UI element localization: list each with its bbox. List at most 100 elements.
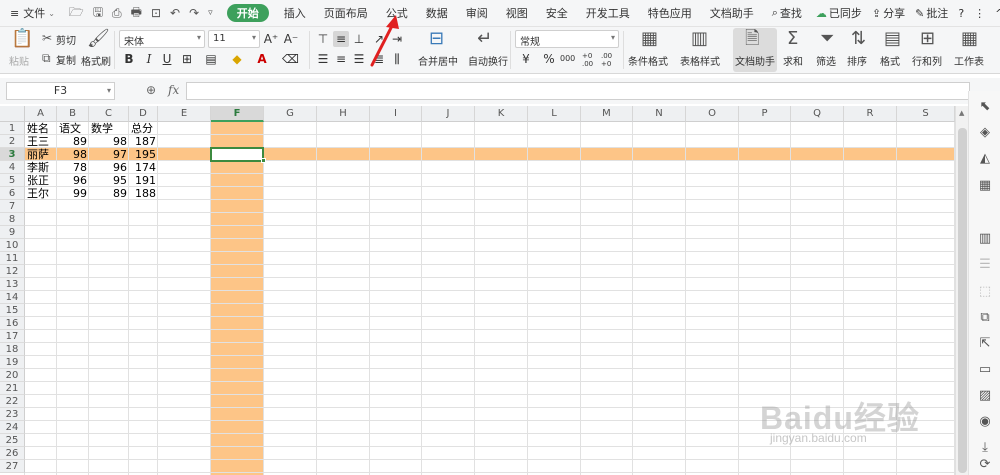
format-label[interactable]: 格式 <box>880 53 900 68</box>
cell-d6[interactable]: 188 <box>129 187 158 200</box>
column-header-q[interactable]: Q <box>791 106 844 122</box>
fx-icon[interactable]: fx <box>168 83 179 97</box>
cell-d2[interactable]: 187 <box>129 135 158 148</box>
row-header-3[interactable]: 3 <box>0 148 25 161</box>
conditional-format-icon[interactable]: ▦ <box>641 30 658 48</box>
share-button[interactable]: ⇪ 分享 <box>867 0 910 27</box>
wrap-text-label[interactable]: 自动换行 <box>468 53 508 68</box>
fill-color-icon[interactable]: ◆ <box>229 51 245 67</box>
folder-icon[interactable]: 🗁 <box>69 3 84 24</box>
sum-label[interactable]: 求和 <box>783 53 803 68</box>
comment-button[interactable]: ✎ 批注 <box>910 0 953 27</box>
row-header-5[interactable]: 5 <box>0 174 25 187</box>
cell-d4[interactable]: 174 <box>129 161 158 174</box>
clear-format-icon[interactable]: ⌫ <box>282 51 299 67</box>
tab-features[interactable]: 特色应用 <box>639 0 701 27</box>
row-header-9[interactable]: 9 <box>0 226 25 239</box>
copy-icon[interactable]: ⧉ <box>42 51 51 65</box>
indent-icon[interactable]: ⇥ <box>389 31 405 47</box>
customize-icon[interactable]: ▿ <box>208 8 213 18</box>
bold-button[interactable]: B <box>121 51 137 67</box>
row-header-4[interactable]: 4 <box>0 161 25 174</box>
tab-doc-assistant[interactable]: 文档助手 <box>701 0 763 27</box>
image-search-icon[interactable]: ⧉ <box>977 310 993 326</box>
row-header-17[interactable]: 17 <box>0 330 25 343</box>
column-header-m[interactable]: M <box>581 106 633 122</box>
worksheet-icon[interactable]: ▦ <box>961 30 978 48</box>
share-icon[interactable]: ⇱ <box>977 336 993 352</box>
currency-icon[interactable]: ¥ <box>518 51 534 67</box>
sum-icon[interactable]: Σ <box>787 30 798 48</box>
cell-a1[interactable]: 姓名 <box>25 122 57 135</box>
row-header-13[interactable]: 13 <box>0 278 25 291</box>
select-all-corner[interactable] <box>0 106 25 122</box>
row-header-14[interactable]: 14 <box>0 291 25 304</box>
cell-a3[interactable]: 丽萨 <box>25 148 57 161</box>
row-header-15[interactable]: 15 <box>0 304 25 317</box>
tab-page-layout[interactable]: 页面布局 <box>315 0 377 27</box>
column-header-f[interactable]: F <box>211 106 264 122</box>
doc-icon[interactable]: ⬚ <box>977 284 993 300</box>
italic-button[interactable]: I <box>141 51 157 67</box>
print-preview-icon[interactable]: ⎙ <box>112 6 122 21</box>
help-button[interactable]: ? <box>953 0 969 27</box>
archive-icon[interactable]: ▭ <box>977 362 993 378</box>
align-top-icon[interactable]: ⊤ <box>315 31 331 47</box>
align-bottom-icon[interactable]: ⊥ <box>351 31 367 47</box>
percent-button[interactable]: % <box>541 51 557 67</box>
row-header-12[interactable]: 12 <box>0 265 25 278</box>
cell-b1[interactable]: 语文 <box>57 122 89 135</box>
underline-button[interactable]: U <box>159 51 175 67</box>
cell-b4[interactable]: 78 <box>57 161 89 174</box>
format-painter-icon[interactable]: 🖌 <box>87 30 110 48</box>
list-icon[interactable]: ☰ <box>977 257 993 273</box>
column-header-d[interactable]: D <box>129 106 158 122</box>
decrease-decimal-button[interactable]: .00 +0 <box>601 52 615 68</box>
cell-c1[interactable]: 数学 <box>89 122 129 135</box>
align-center-icon[interactable]: ≡ <box>333 51 349 67</box>
save-icon[interactable]: 🖫 <box>93 3 103 24</box>
chart-icon[interactable]: ▥ <box>977 231 993 247</box>
font-size-select[interactable]: 11 ▾ <box>208 30 260 48</box>
name-box[interactable]: F3 ▾ <box>6 82 115 100</box>
more-button[interactable]: ⋮ <box>969 0 990 27</box>
row-header-22[interactable]: 22 <box>0 395 25 408</box>
conditional-format-label[interactable]: 条件格式 <box>628 53 668 68</box>
align-right-icon[interactable]: ☰ <box>351 51 367 67</box>
number-format-select[interactable]: 常规 ▾ <box>515 30 619 48</box>
sort-label[interactable]: 排序 <box>847 53 867 68</box>
row-header-20[interactable]: 20 <box>0 369 25 382</box>
cell-d5[interactable]: 191 <box>129 174 158 187</box>
undo-icon[interactable]: ↶ <box>170 6 180 20</box>
column-header-e[interactable]: E <box>158 106 211 122</box>
cell-a5[interactable]: 张正 <box>25 174 57 187</box>
column-header-s[interactable]: S <box>897 106 955 122</box>
column-header-k[interactable]: K <box>475 106 528 122</box>
cell-c5[interactable]: 95 <box>89 174 129 187</box>
border-icon[interactable]: ⊞ <box>179 51 195 67</box>
row-header-11[interactable]: 11 <box>0 252 25 265</box>
justify-icon[interactable]: ≣ <box>371 51 387 67</box>
column-header-h[interactable]: H <box>317 106 370 122</box>
column-header-i[interactable]: I <box>370 106 422 122</box>
cell-c2[interactable]: 98 <box>89 135 129 148</box>
table-icon[interactable]: ▦ <box>977 178 993 194</box>
cell-a4[interactable]: 李斯 <box>25 161 57 174</box>
row-header-19[interactable]: 19 <box>0 356 25 369</box>
format-icon[interactable]: ▤ <box>884 30 901 48</box>
tab-view[interactable]: 视图 <box>497 0 537 27</box>
merge-center-icon[interactable]: ⊟ <box>429 30 444 48</box>
column-header-c[interactable]: C <box>89 106 129 122</box>
row-header-1[interactable]: 1 <box>0 122 25 135</box>
row-header-10[interactable]: 10 <box>0 239 25 252</box>
column-header-p[interactable]: P <box>739 106 791 122</box>
column-header-b[interactable]: B <box>57 106 89 122</box>
merge-center-label[interactable]: 合并居中 <box>418 53 458 68</box>
sync-button[interactable]: ☁ 已同步 <box>811 0 867 27</box>
cell-d3[interactable]: 195 <box>129 148 158 161</box>
row-header-8[interactable]: 8 <box>0 213 25 226</box>
row-header-2[interactable]: 2 <box>0 135 25 148</box>
redo-icon[interactable]: ↷ <box>189 6 199 20</box>
align-left-icon[interactable]: ☰ <box>315 51 331 67</box>
row-header-23[interactable]: 23 <box>0 408 25 421</box>
